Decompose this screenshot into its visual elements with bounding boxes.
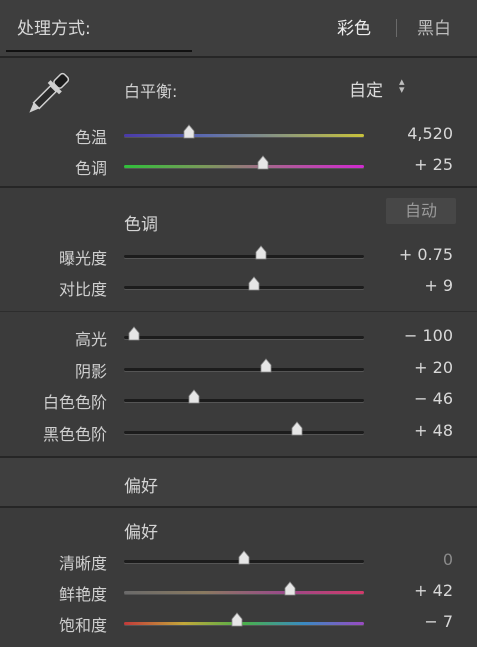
slider-thumb[interactable] [237, 550, 251, 565]
up-down-arrows-icon[interactable]: ▴ ▾ [399, 76, 405, 95]
temperature-value[interactable]: 4,520 [363, 124, 453, 143]
vibrance-slider[interactable] [124, 581, 364, 596]
exposure-label: 曝光度 [58, 249, 107, 268]
slider-thumb[interactable] [187, 389, 201, 404]
white-balance-section: 白平衡: 自定 ▴ ▾ 色温 4,520 色调 + 25 [0, 58, 477, 186]
whites-label: 白色色阶 [42, 393, 107, 412]
eyedropper-icon[interactable] [18, 66, 76, 124]
option-separator [396, 19, 397, 37]
exposure-value[interactable]: + 0.75 [363, 245, 453, 264]
slider-thumb[interactable] [230, 612, 244, 627]
header-underline [6, 50, 192, 52]
clarity-slider[interactable] [124, 550, 364, 565]
highlights-slider[interactable] [124, 326, 364, 341]
contrast-slider[interactable] [124, 276, 364, 291]
presence-title: 偏好 [124, 523, 158, 543]
shadows-value[interactable]: + 20 [363, 358, 453, 377]
tint-label: 色调 [74, 159, 107, 178]
presence-section: 偏好 清晰度 0 鲜艳度 + 42 饱和度 − 7 [0, 508, 477, 647]
slider-thumb[interactable] [247, 276, 261, 291]
vibrance-label: 鲜艳度 [58, 585, 107, 604]
whites-slider[interactable] [124, 389, 364, 404]
temperature-slider[interactable] [124, 124, 364, 139]
treatment-label: 处理方式: [17, 19, 91, 39]
white-balance-select[interactable]: 自定 [349, 76, 383, 101]
exposure-slider[interactable] [124, 245, 364, 260]
tint-slider[interactable] [124, 155, 364, 170]
blacks-label: 黑色色阶 [42, 425, 107, 444]
contrast-value[interactable]: + 9 [363, 276, 453, 295]
slider-thumb[interactable] [259, 358, 273, 373]
group-separator [0, 311, 477, 312]
vibrance-value[interactable]: + 42 [363, 581, 453, 600]
develop-basic-panel: 处理方式: 彩色 黑白 白平衡: 自定 ▴ ▾ 色温 4,520 色调 + 25… [0, 0, 477, 647]
slider-thumb[interactable] [283, 581, 297, 596]
shadows-label: 阴影 [74, 362, 107, 381]
highlights-label: 高光 [74, 330, 107, 349]
whites-value[interactable]: − 46 [363, 389, 453, 408]
temperature-label: 色温 [74, 128, 107, 147]
contrast-label: 对比度 [58, 280, 107, 299]
presence-collapsed-header[interactable]: 偏好 [0, 458, 477, 506]
slider-thumb[interactable] [127, 326, 141, 341]
blacks-value[interactable]: + 48 [363, 421, 453, 440]
blacks-slider[interactable] [124, 421, 364, 436]
saturation-value[interactable]: − 7 [363, 612, 453, 631]
tone-section: 色调 自动 曝光度 + 0.75 对比度 + 9 高光 − 100 阴影 + 2… [0, 188, 477, 456]
slider-thumb[interactable] [254, 245, 268, 260]
auto-tone-button[interactable]: 自动 [386, 198, 456, 224]
slider-thumb[interactable] [290, 421, 304, 436]
saturation-slider[interactable] [124, 612, 364, 627]
tint-value[interactable]: + 25 [363, 155, 453, 174]
slider-thumb[interactable] [182, 124, 196, 139]
shadows-slider[interactable] [124, 358, 364, 373]
clarity-label: 清晰度 [58, 554, 107, 573]
color-option-button[interactable]: 彩色 [337, 14, 371, 39]
bw-option-button[interactable]: 黑白 [417, 14, 451, 39]
presence-collapsed-title: 偏好 [124, 477, 158, 497]
highlights-value[interactable]: − 100 [363, 326, 453, 345]
white-balance-label: 白平衡: [124, 82, 178, 101]
treatment-header: 处理方式: 彩色 黑白 [0, 0, 477, 56]
saturation-label: 饱和度 [58, 616, 107, 635]
clarity-value[interactable]: 0 [363, 550, 453, 569]
tone-title: 色调 [124, 215, 158, 235]
slider-thumb[interactable] [256, 155, 270, 170]
